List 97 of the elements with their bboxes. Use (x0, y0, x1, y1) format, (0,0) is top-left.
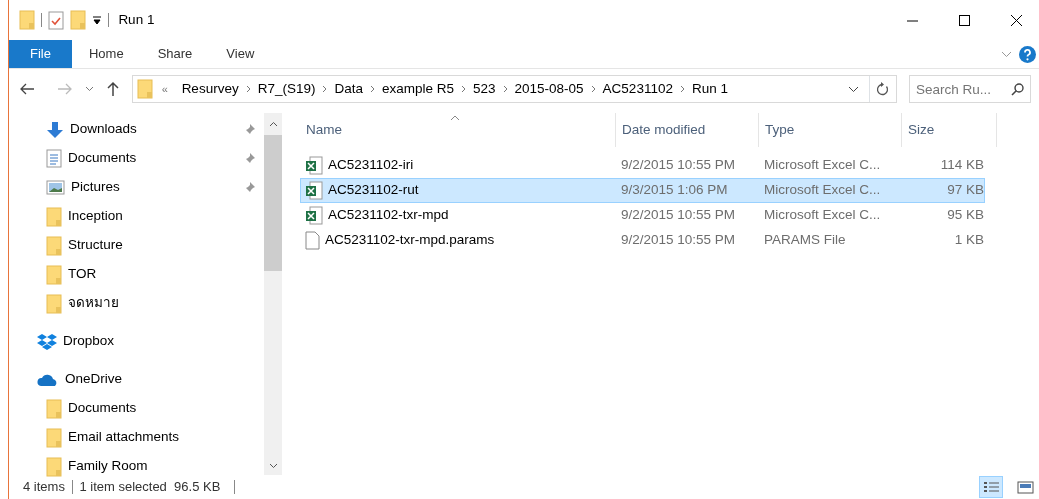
file-row[interactable]: AC5231102-iri 9/2/2015 10:55 PM Microsoft Excel C... 114 KB (300, 153, 985, 178)
file-name: AC5231102-iri (328, 156, 414, 175)
file-type: PARAMS File (763, 231, 847, 250)
address-bar[interactable]: « Resurvey R7_(S19) Data example R5 523 2015-08-05 AC5231102 Run 1 (132, 75, 897, 103)
date-modified: 9/2/2015 10:55 PM (620, 156, 737, 175)
breadcrumb-item[interactable]: R7_(S19) (252, 78, 321, 100)
column-header[interactable]: Type (759, 113, 902, 147)
details-view-button[interactable] (979, 476, 1003, 498)
file-type: Microsoft Excel C... (763, 156, 882, 175)
sort-ascending-icon (450, 115, 460, 121)
download-arrow-icon (46, 120, 64, 139)
sidebar-item[interactable]: Downloads (9, 115, 264, 144)
date-modified: 9/2/2015 10:55 PM (620, 206, 737, 225)
date-modified: 9/2/2015 10:55 PM (620, 231, 737, 250)
folder-icon (46, 456, 62, 477)
ribbon-tab[interactable]: Home (71, 40, 141, 68)
date-modified: 9/3/2015 1:06 PM (620, 181, 729, 200)
breadcrumb-item[interactable]: Data (329, 78, 368, 100)
file-row[interactable]: AC5231102-txr-mpd 9/2/2015 10:55 PM Microsoft Excel C... 95 KB (300, 203, 985, 228)
sidebar-item[interactable]: Inception (9, 202, 264, 231)
sidebar-item[interactable]: Dropbox (9, 327, 264, 356)
column-header[interactable]: Name (304, 113, 616, 147)
chevron-right-icon (590, 85, 596, 93)
chevron-down-icon[interactable] (847, 85, 859, 93)
chevron-right-icon (679, 85, 685, 93)
breadcrumb-item[interactable]: example R5 (376, 78, 459, 100)
list-icon (982, 480, 1000, 494)
sidebar-item[interactable]: Documents (9, 394, 264, 423)
refresh-icon (876, 82, 890, 96)
chevron-right-icon (502, 85, 508, 93)
sidebar-item[interactable]: Family Room (9, 452, 264, 481)
folder-icon (46, 264, 62, 285)
dropdown-icon[interactable] (92, 15, 102, 25)
folder-icon (137, 79, 153, 99)
sidebar-item[interactable]: TOR (9, 260, 264, 289)
folder-icon (46, 235, 62, 256)
column-header[interactable]: Date modified (616, 113, 759, 147)
file-size: 1 KB (953, 231, 984, 250)
file-name: AC5231102-txr-mpd (328, 206, 449, 225)
folder-icon (46, 293, 62, 314)
close-icon (1010, 14, 1022, 26)
file-row[interactable]: AC5231102-txr-mpd.params 9/2/2015 10:55 PM PARAMS File 1 KB (300, 228, 985, 253)
folder-icon (19, 10, 35, 30)
folder-icon (46, 427, 62, 448)
breadcrumb-item[interactable]: 523 (468, 78, 501, 100)
selection-info: 1 item selected 96.5 KB (79, 478, 221, 497)
search-field[interactable]: Search Ru... (909, 75, 1031, 103)
chevron-right-icon (369, 85, 375, 93)
image-icon (1016, 480, 1034, 494)
file-row[interactable]: AC5231102-rut 9/3/2015 1:06 PM Microsoft Excel C... 97 KB (300, 178, 985, 203)
ribbon-tab[interactable]: File (9, 40, 72, 68)
overflow-chevron[interactable]: « (155, 80, 175, 98)
properties-icon[interactable] (48, 10, 64, 30)
chevron-right-icon (322, 85, 328, 93)
spreadsheet-file-icon (305, 156, 323, 175)
folder-icon (46, 206, 62, 227)
sidebar-item[interactable]: OneDrive (9, 365, 264, 394)
maximize-icon (958, 14, 970, 26)
scrollbar[interactable] (264, 113, 282, 475)
column-header[interactable]: Size (902, 113, 997, 147)
up-arrow-icon[interactable] (106, 81, 120, 97)
chevron-down-icon[interactable] (85, 86, 94, 92)
file-size: 97 KB (946, 181, 984, 200)
dropbox-icon (37, 332, 57, 351)
breadcrumb-item[interactable]: 2015-08-05 (509, 78, 589, 100)
sidebar-item[interactable]: Pictures (9, 173, 264, 202)
back-arrow-icon[interactable] (19, 82, 35, 96)
search-icon (1011, 83, 1024, 96)
spreadsheet-file-icon (305, 206, 323, 225)
sidebar-item[interactable]: จดหมาย (9, 289, 264, 318)
ribbon-tab[interactable]: Share (140, 40, 210, 68)
chevron-right-icon (461, 85, 466, 93)
blank-file-icon (305, 231, 320, 250)
scroll-down-icon (268, 463, 278, 469)
file-type: Microsoft Excel C... (763, 206, 882, 225)
breadcrumb-item[interactable]: Run 1 (686, 78, 733, 100)
breadcrumb-item[interactable]: AC5231102 (597, 78, 678, 100)
chevron-right-icon (245, 85, 251, 93)
file-name: AC5231102-txr-mpd.params (325, 231, 495, 250)
item-count: 4 items (23, 478, 65, 497)
cloud-icon (37, 372, 59, 387)
window-title: Run 1 (118, 10, 155, 29)
folder-icon (46, 398, 62, 419)
picture-icon (46, 180, 65, 195)
scroll-up-icon (268, 121, 278, 127)
sidebar-item[interactable]: Structure (9, 231, 264, 260)
sidebar-item[interactable]: Email attachments (9, 423, 264, 452)
help-icon[interactable] (1018, 45, 1036, 63)
spreadsheet-file-icon (305, 181, 323, 200)
file-size: 114 KB (939, 156, 984, 175)
file-size: 95 KB (946, 206, 984, 225)
file-type: Microsoft Excel C... (763, 181, 882, 200)
file-name: AC5231102-rut (328, 181, 419, 200)
sidebar-item[interactable]: Documents (9, 144, 264, 173)
ribbon-tab[interactable]: View (209, 40, 272, 68)
breadcrumb-item[interactable]: Resurvey (176, 78, 244, 100)
document-icon (46, 149, 62, 168)
